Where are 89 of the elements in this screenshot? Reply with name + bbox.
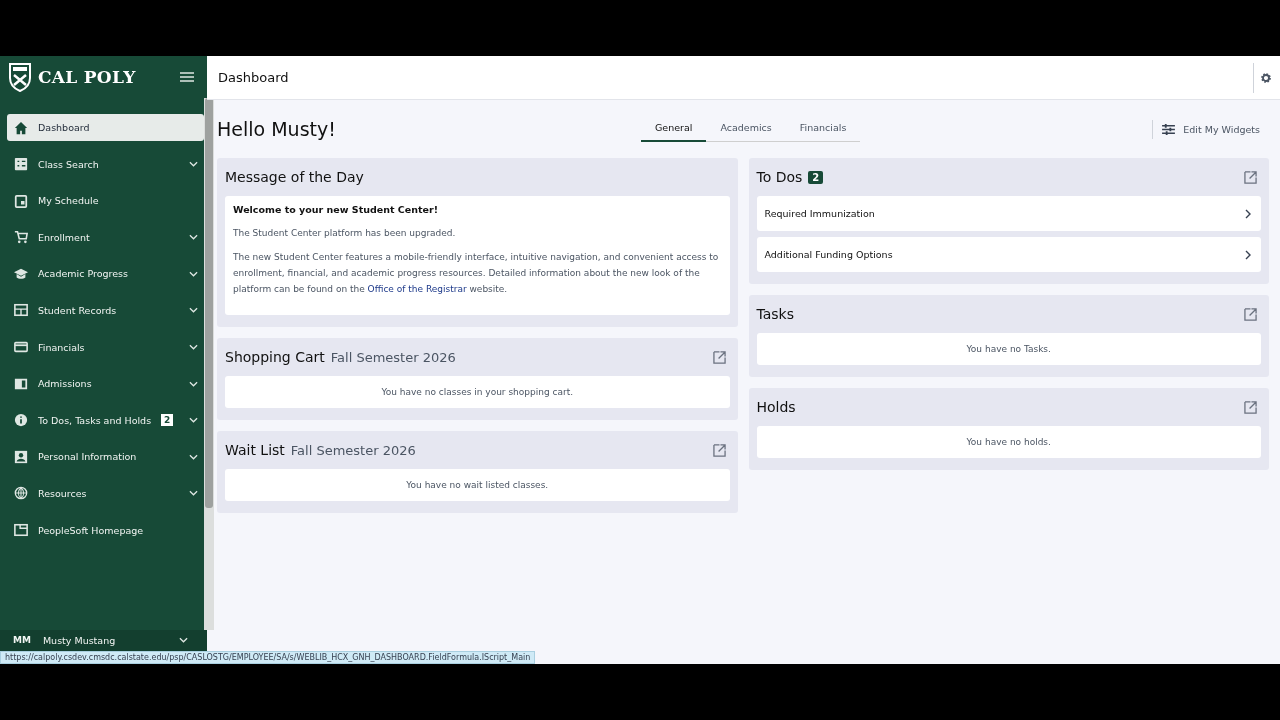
greeting: Hello Musty! [217,118,337,140]
empty-message: You have no holds. [966,437,1051,447]
card-title: Wait List [225,442,285,458]
nav-item[interactable]: PeopleSoft Homepage [7,516,205,544]
registrar-link[interactable]: Office of the Registrar [367,284,467,294]
info-icon [14,413,28,428]
user-name: Musty Mustang [42,634,117,646]
card-title: Shopping Cart [225,349,325,365]
table-icon [14,303,28,318]
todo-item[interactable]: Required Immunization [756,196,1261,231]
nav-label: Personal Information [38,451,138,463]
chevron-right-icon [1245,208,1251,219]
nav-label: My Schedule [38,195,100,207]
cart-icon [14,230,28,245]
chevron-down-icon[interactable] [189,270,199,277]
nav-label: Student Records [38,304,118,316]
nav-label: PeopleSoft Homepage [38,524,145,536]
nav-item[interactable]: Student Records [7,296,205,324]
nav-item[interactable]: Resources [7,479,205,507]
chevron-down-icon[interactable] [189,234,199,241]
card-icon [14,340,28,355]
nav-item[interactable]: Financials [7,333,205,361]
count-badge: 2 [808,170,824,184]
nav-item[interactable]: Admissions [7,370,205,398]
chevron-down-icon[interactable] [189,453,199,460]
empty-message: You have no Tasks. [966,344,1051,354]
empty-message: You have no wait listed classes. [406,480,549,490]
chevron-down-icon[interactable] [189,161,199,168]
graduation-cap-icon [14,266,28,281]
person-icon [14,449,28,464]
nav-item[interactable]: Academic Progress [7,260,205,288]
empty-message: You have no classes in your shopping cart. [381,387,574,397]
nav-item[interactable]: My Schedule [7,187,205,215]
nav-label: Financials [38,341,86,353]
calendar-icon [14,193,28,208]
globe-icon [14,486,28,501]
message-text: The Student Center platform has been upgraded. [233,227,457,240]
menu-icon[interactable] [180,72,194,82]
term-label: Fall Semester 2026 [290,442,417,458]
tab[interactable]: Financials [785,116,861,142]
card-title: To Dos [756,169,803,185]
tab[interactable]: Academics [706,116,786,142]
tab[interactable]: General [641,116,707,142]
external-link-icon[interactable] [1244,400,1257,414]
chevron-down-icon[interactable] [189,307,199,314]
chevron-down-icon[interactable] [189,417,199,424]
nav-item[interactable]: Class Search [7,150,205,178]
chevron-down-icon[interactable] [189,490,199,497]
external-link-icon[interactable] [712,350,726,364]
todo-item[interactable]: Additional Funding Options [756,237,1261,272]
logo-text: CAL POLY [38,67,137,87]
chevron-down-icon[interactable] [179,637,188,643]
card-title: Message of the Day [225,169,364,185]
gear-icon [1260,70,1272,85]
user-menu[interactable]: MM Musty Mustang [0,630,207,650]
term-label: Fall Semester 2026 [330,349,457,365]
nav-item[interactable]: Enrollment [7,223,205,251]
scrollbar[interactable] [204,98,215,630]
nav-label: Class Search [38,158,100,170]
card-title: Holds [756,399,796,415]
external-link-icon[interactable] [712,443,726,457]
nav-label: Resources [38,487,88,499]
url-tooltip: https://calpoly.csdev.cmsdc.calstate.edu/psp/CASLOSTG/EMPLOYEE/SA/s/WEBLIB_HCX_GNH_DASHBOARD.FieldFormula.IScript_Main [0,651,536,664]
nav-label: Admissions [38,378,93,390]
nav-label: To Dos, Tasks and Holds [38,414,152,426]
nav-item[interactable]: Dashboard [7,114,205,141]
nav-label: Dashboard [38,122,91,133]
nav-item[interactable]: Personal Information [7,443,205,471]
message-text: The new Student Center features a mobile-friendly interface, intuitive navigation, and convenient access to enrollment, financial, and academic progress resources. Detailed information about the new look of the platform can be found on the Office of the Registrar website. [233,251,720,296]
document-icon [14,376,28,391]
chevron-right-icon [1245,249,1251,260]
list-icon [14,157,28,172]
chevron-down-icon[interactable] [189,380,199,387]
shield-logo-icon [8,62,32,92]
external-link-icon[interactable] [1244,307,1257,321]
nav-label: Academic Progress [38,268,129,280]
window-icon [14,523,28,538]
card-title: Tasks [756,306,794,322]
count-badge: 2 [161,414,174,427]
nav-label: Enrollment [38,231,91,243]
external-link-icon[interactable] [1244,170,1257,184]
sliders-icon [1162,123,1176,135]
user-initials: MM [13,635,31,645]
edit-widgets-button[interactable]: Edit My Widgets [1152,119,1269,139]
home-icon [14,120,28,135]
page-title: Dashboard [218,70,290,85]
message-heading: Welcome to your new Student Center! [233,204,439,215]
chevron-down-icon[interactable] [189,344,199,351]
nav-item[interactable]: To Dos, Tasks and Holds 2 [7,406,205,434]
